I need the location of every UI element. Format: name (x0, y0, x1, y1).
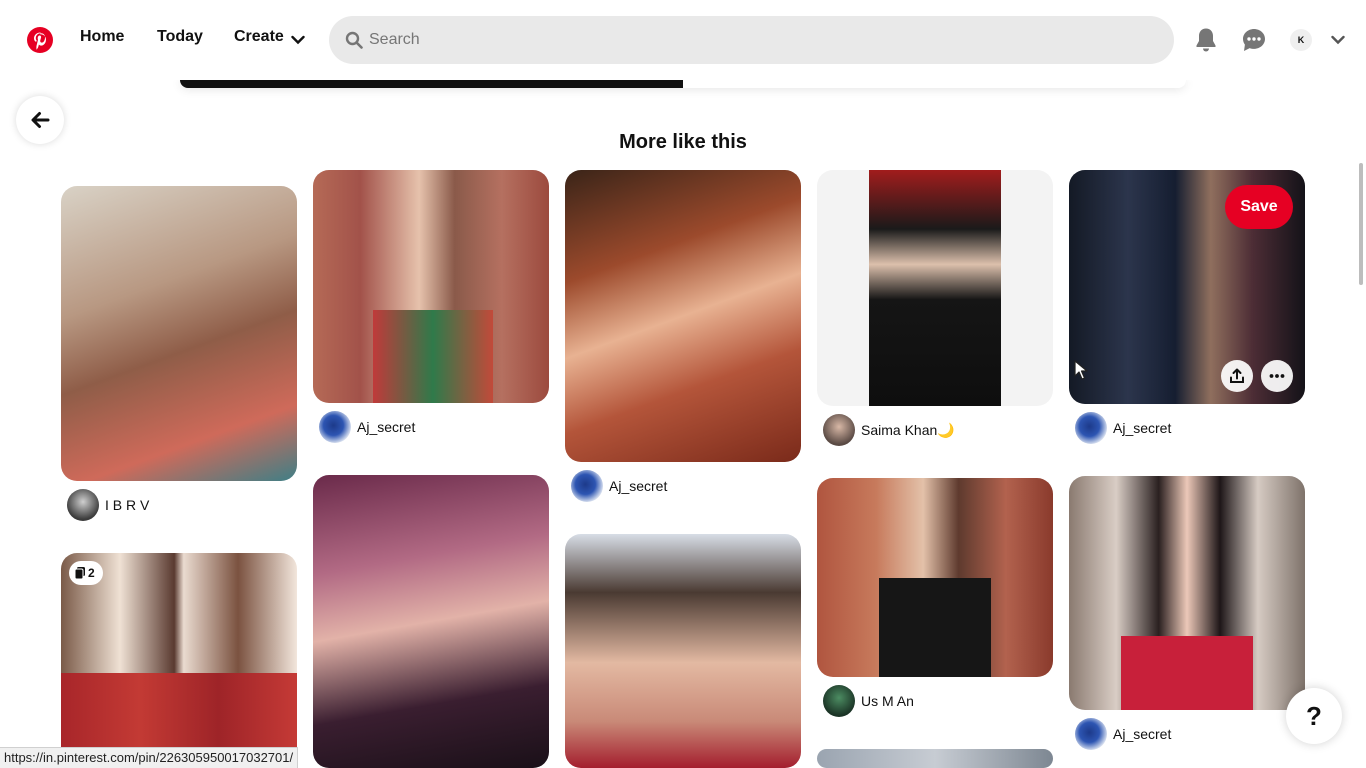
pin-owner[interactable]: Aj_secret (319, 411, 415, 443)
home-link[interactable]: Home (80, 28, 124, 46)
search-input[interactable] (369, 16, 1149, 64)
link-status-url: https://in.pinterest.com/pin/22630595001… (0, 747, 299, 768)
pin-image[interactable] (817, 170, 1053, 406)
closeup-image-edge (180, 80, 683, 88)
pin-owner[interactable]: Saima Khan🌙 (823, 414, 955, 446)
share-icon (1230, 368, 1244, 383)
search-bar[interactable] (329, 16, 1174, 64)
pin-image[interactable] (817, 749, 1053, 768)
share-button[interactable] (1221, 360, 1253, 392)
ellipsis-icon (1269, 374, 1285, 378)
multi-image-badge: 2 (69, 561, 103, 585)
today-link[interactable]: Today (157, 28, 203, 46)
avatar (823, 414, 855, 446)
pin-owner[interactable]: I B R V (67, 489, 149, 521)
pin-owner[interactable]: Aj_secret (1075, 718, 1171, 750)
owner-name: Aj_secret (1113, 726, 1172, 742)
owner-name: Aj_secret (357, 419, 416, 435)
pin-image-detail (1121, 636, 1253, 710)
owner-name: I B R V (105, 497, 150, 513)
owner-name: Aj_secret (609, 478, 668, 494)
pin-owner[interactable]: Us M An (823, 685, 914, 717)
avatar (571, 470, 603, 502)
stack-icon (75, 567, 85, 579)
avatar (67, 489, 99, 521)
pin-owner[interactable]: Aj_secret (1075, 412, 1171, 444)
help-button[interactable]: ? (1286, 688, 1342, 744)
avatar (1075, 412, 1107, 444)
pin-image[interactable] (61, 553, 297, 768)
avatar (823, 685, 855, 717)
account-chevron-down-icon[interactable] (1331, 34, 1345, 46)
create-menu[interactable]: Create (234, 28, 284, 46)
chat-icon[interactable] (1242, 28, 1266, 52)
closeup-card-edge (180, 80, 1186, 88)
pin-image[interactable] (1069, 476, 1305, 710)
owner-name: Saima Khan🌙 (861, 421, 955, 438)
owner-name: Aj_secret (1113, 420, 1172, 436)
avatar (1075, 718, 1107, 750)
pin-image[interactable] (817, 478, 1053, 677)
pin-image[interactable] (565, 534, 801, 768)
badge-count: 2 (88, 566, 95, 580)
pin-image[interactable] (313, 170, 549, 403)
top-navigation-bar: Home Today Create K (0, 0, 1366, 80)
page-scrollbar[interactable] (1359, 163, 1363, 285)
pin-owner[interactable]: Aj_secret (571, 470, 667, 502)
avatar (319, 411, 351, 443)
pin-image[interactable] (565, 170, 801, 462)
pin-image-detail (373, 310, 493, 403)
chevron-down-icon[interactable] (291, 34, 305, 46)
pin-image[interactable] (61, 186, 297, 481)
pinterest-logo-icon[interactable] (27, 27, 53, 53)
search-icon (345, 31, 363, 49)
more-options-button[interactable] (1261, 360, 1293, 392)
pin-image-detail (869, 170, 1001, 406)
arrow-left-icon (31, 112, 50, 128)
mouse-cursor-icon (1074, 360, 1088, 380)
section-title: More like this (619, 131, 747, 153)
save-button[interactable]: Save (1225, 185, 1293, 229)
pin-image-detail (879, 578, 991, 677)
pin-image[interactable] (313, 475, 549, 768)
owner-name: Us M An (861, 693, 914, 709)
profile-avatar[interactable]: K (1290, 29, 1312, 51)
bell-icon[interactable] (1195, 27, 1217, 53)
